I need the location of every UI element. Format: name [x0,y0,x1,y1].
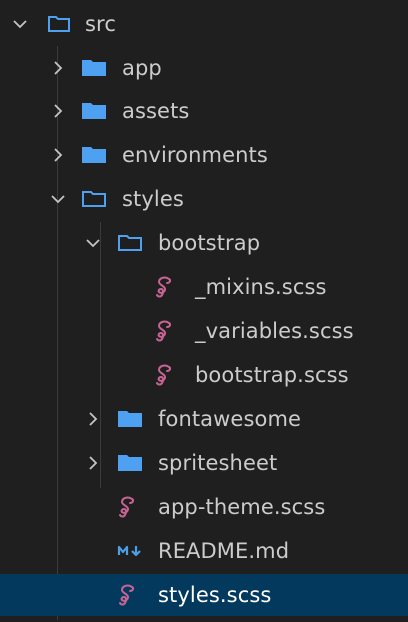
sass-icon [113,494,143,520]
tree-item-mixins-scss[interactable]: _mixins.scss [0,267,408,307]
chevron-right-icon [85,411,101,427]
sass-icon [150,274,180,300]
tree-item-readme-md[interactable]: README.md [0,531,408,571]
folder-icon [115,406,145,432]
tree-item-bootstrap-scss[interactable]: bootstrap.scss [0,355,408,395]
tree-item-src[interactable]: src [0,4,408,44]
sass-icon [150,318,180,344]
chevron-right-icon [50,60,66,76]
tree-item-label: README.md [158,539,290,563]
tree-item-app[interactable]: app [0,48,408,88]
chevron-right-icon [50,103,66,119]
tree-item-environments[interactable]: environments [0,135,408,175]
tree-item-spritesheet[interactable]: spritesheet [0,443,408,483]
tree-item-label: _mixins.scss [195,275,327,299]
folder-icon [79,98,109,124]
tree-item-variables-scss[interactable]: _variables.scss [0,311,408,351]
folder-icon [79,55,109,81]
folder-outline-icon [79,186,109,212]
tree-item-assets[interactable]: assets [0,91,408,131]
tree-item-label: environments [122,143,268,167]
tree-item-label: bootstrap [158,231,261,255]
folder-outline-icon [115,230,145,256]
tree-item-label: assets [122,99,190,123]
tree-item-bootstrap[interactable]: bootstrap [0,223,408,263]
tree-item-label: src [85,12,116,36]
markdown-icon [113,538,153,564]
tree-item-label: spritesheet [158,451,278,475]
sass-icon [113,582,143,608]
tree-item-fontawesome[interactable]: fontawesome [0,399,408,439]
chevron-right-icon [50,147,66,163]
chevron-down-icon [85,235,101,251]
tree-item-styles[interactable]: styles [0,179,408,219]
tree-item-label: bootstrap.scss [195,363,349,387]
tree-item-label: app-theme.scss [158,495,326,519]
chevron-down-icon [12,16,28,32]
chevron-down-icon [50,191,66,207]
tree-item-app-theme-scss[interactable]: app-theme.scss [0,487,408,527]
folder-icon [79,142,109,168]
tree-item-label: fontawesome [158,407,302,431]
tree-item-styles-scss[interactable]: styles.scss [0,574,408,616]
sass-icon [150,362,180,388]
tree-item-label: _variables.scss [195,319,354,343]
chevron-right-icon [85,455,101,471]
folder-icon [115,450,145,476]
tree-item-label: styles.scss [158,583,272,607]
tree-item-label: app [122,56,162,80]
folder-outline-icon [44,11,74,37]
tree-item-label: styles [122,187,184,211]
file-explorer-tree: src app assets environments styles boots… [0,0,408,622]
